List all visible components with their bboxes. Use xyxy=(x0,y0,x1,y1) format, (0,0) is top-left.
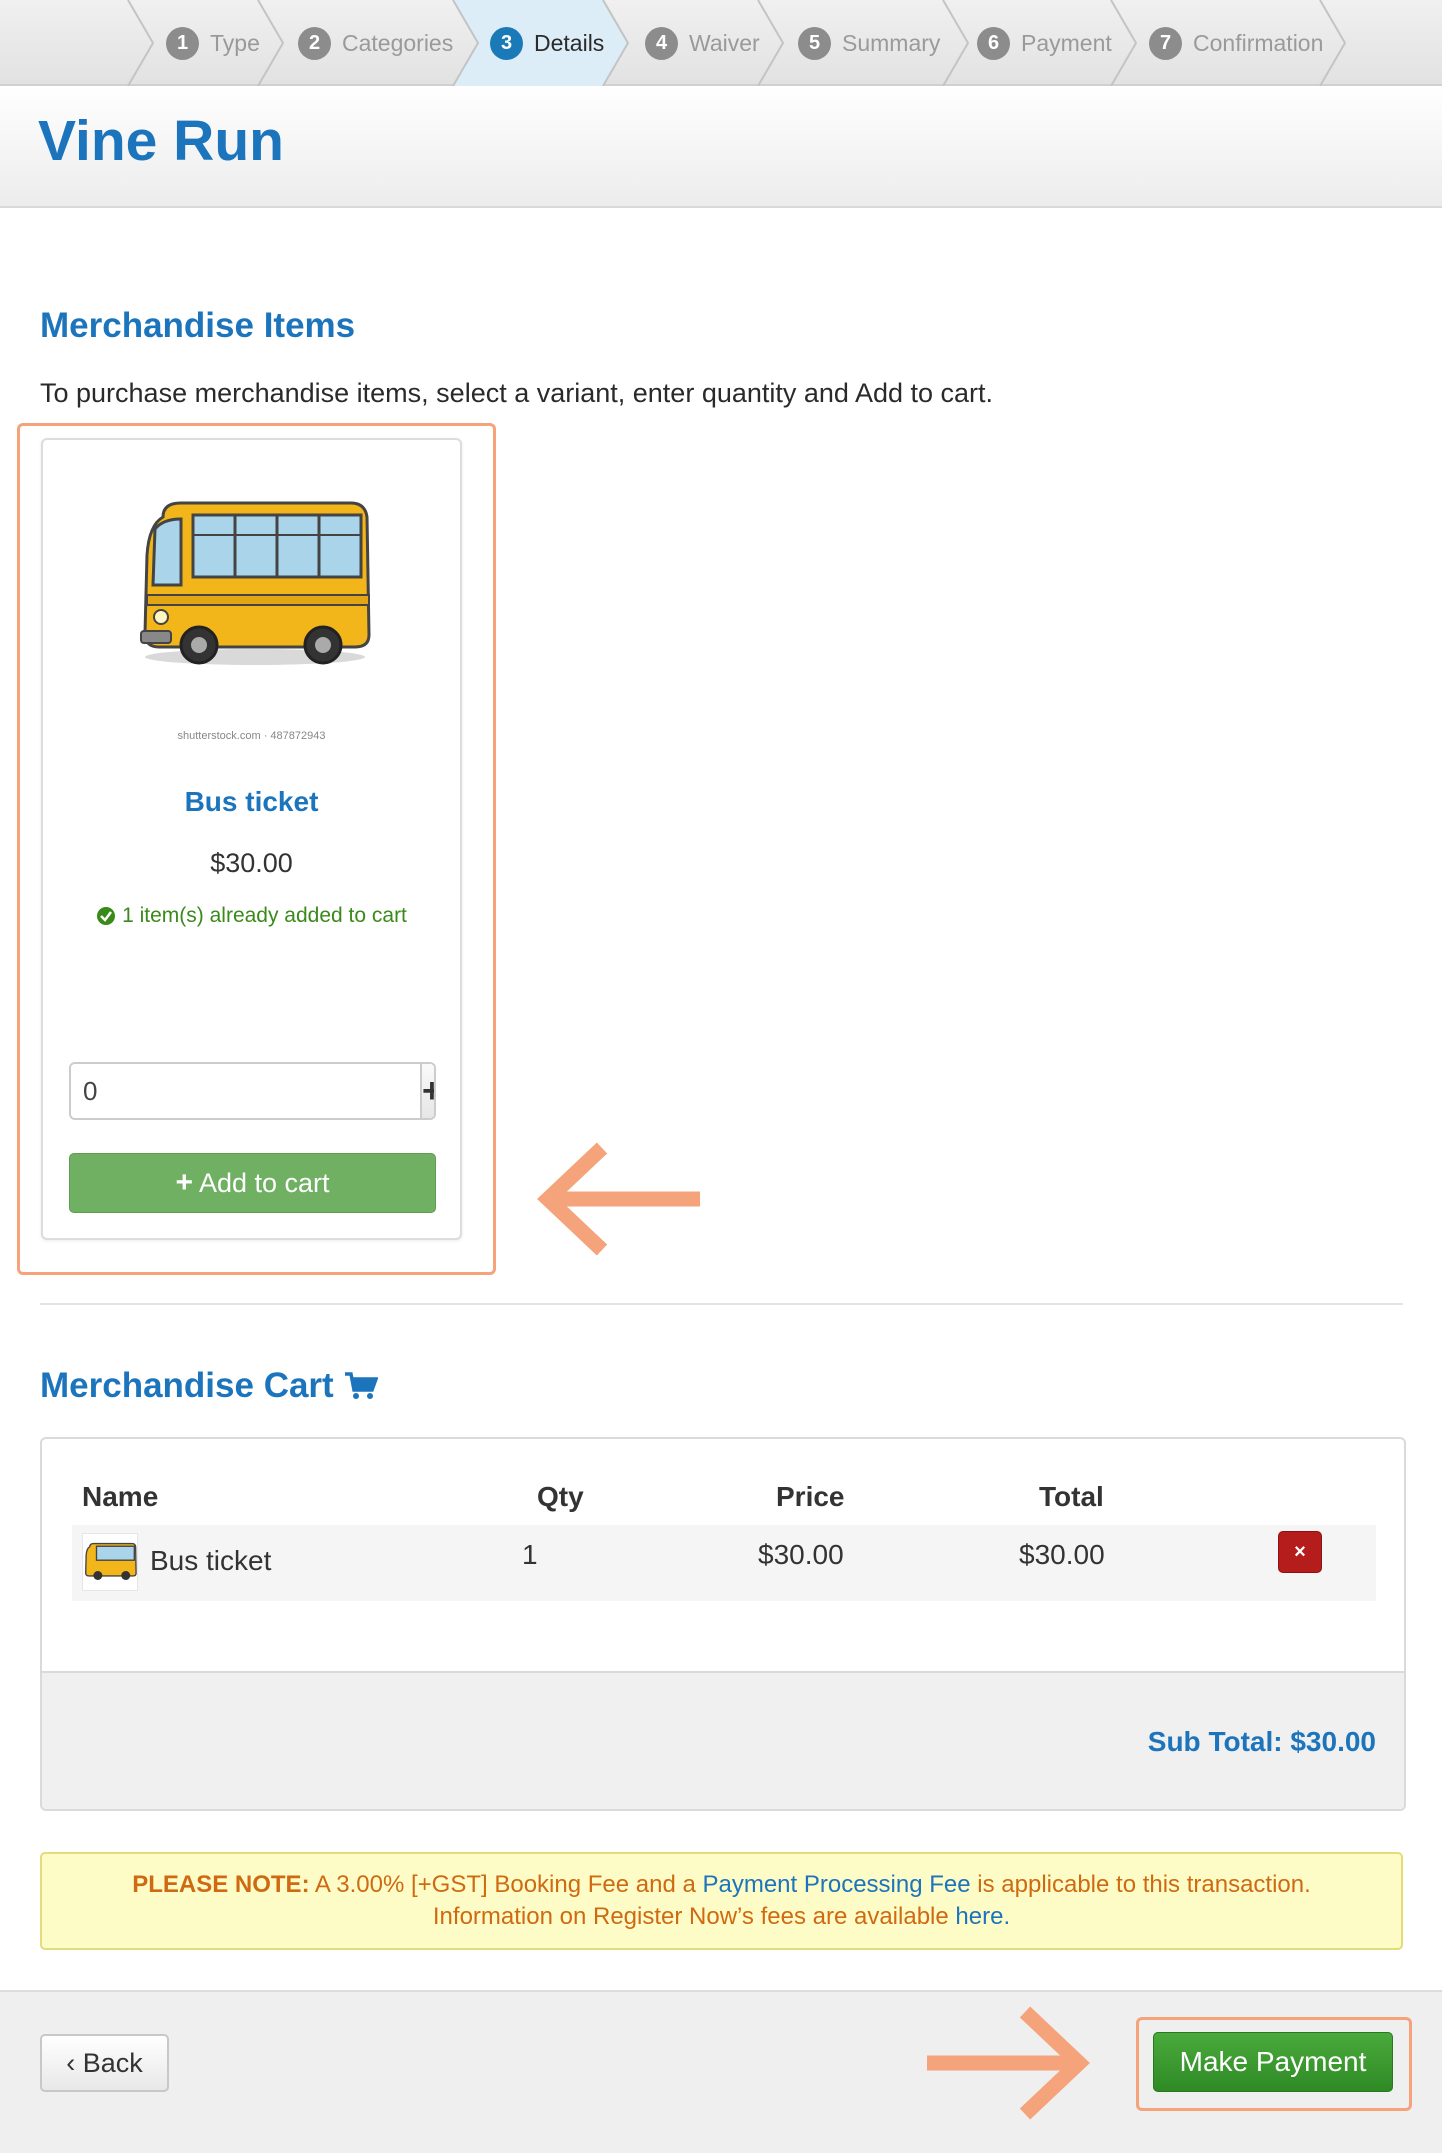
make-payment-button[interactable]: Make Payment xyxy=(1153,2032,1393,2092)
cart-heading-text: Merchandise Cart xyxy=(40,1366,334,1405)
add-to-cart-label: Add to cart xyxy=(198,1167,330,1198)
check-circle-icon xyxy=(97,907,116,925)
footer-actions: ‹ Back Make Payment xyxy=(0,1990,1442,2153)
plus-icon: + xyxy=(175,1166,193,1199)
payment-processing-fee-link[interactable]: Payment Processing Fee xyxy=(702,1871,970,1898)
bus-thumbnail-icon xyxy=(82,1533,138,1591)
cart-item-name: Bus ticket xyxy=(150,1545,272,1576)
cart-item-total: $30.00 xyxy=(1019,1539,1105,1570)
cart-table: Name Qty Price Total Bus ticket 1 $30.00… xyxy=(40,1437,1406,1811)
fee-notice: PLEASE NOTE: A 3.00% [+GST] Booking Fee … xyxy=(40,1852,1403,1950)
back-button[interactable]: ‹ Back xyxy=(40,2034,169,2092)
notice-text-1: A 3.00% [+GST] Booking Fee and a xyxy=(309,1871,703,1898)
step-label: Categories xyxy=(342,29,454,56)
product-name: Bus ticket xyxy=(184,786,319,817)
cart-footer: Sub Total: $30.00 xyxy=(42,1671,1404,1809)
arrow-left-icon xyxy=(537,1142,700,1256)
notice-label: PLEASE NOTE: xyxy=(132,1871,310,1898)
step-label: Summary xyxy=(842,29,941,56)
progress-steps: 1 Type 2 Categories 3 Details 4 Waiver 5… xyxy=(0,0,1442,86)
quantity-stepper: + − xyxy=(69,1062,436,1120)
step-type[interactable]: 1 Type xyxy=(166,0,260,86)
step-number: 5 xyxy=(798,26,831,60)
cart-icon xyxy=(344,1372,378,1399)
step-number: 3 xyxy=(490,26,523,60)
product-card: shutterstock.com · 487872943 Bus ticket … xyxy=(41,438,462,1240)
step-label: Confirmation xyxy=(1193,29,1324,56)
bus-image xyxy=(140,501,371,665)
step-number: 4 xyxy=(645,26,678,60)
step-number: 2 xyxy=(298,26,331,60)
cart-item-qty: 1 xyxy=(522,1539,538,1570)
column-header-price: Price xyxy=(776,1481,845,1512)
product-price: $30.00 xyxy=(210,848,293,878)
step-number: 7 xyxy=(1149,26,1182,60)
cart-subtotal: Sub Total: $30.00 xyxy=(1147,1726,1376,1757)
step-confirmation[interactable]: 7 Confirmation xyxy=(1149,0,1323,86)
notice-text-2: is applicable to this transaction. xyxy=(970,1871,1311,1898)
step-number: 1 xyxy=(166,26,199,60)
step-summary[interactable]: 5 Summary xyxy=(798,0,940,86)
in-cart-text: 1 item(s) already added to cart xyxy=(122,904,407,927)
merchandise-cart-heading: Merchandise Cart xyxy=(40,1366,378,1406)
column-header-total: Total xyxy=(1039,1481,1104,1512)
image-credit: shutterstock.com · 487872943 xyxy=(177,730,326,742)
notice-text-3: Information on Register Now’s fees are a… xyxy=(432,1903,956,1930)
bus-thumbnail-image xyxy=(85,1542,137,1580)
step-label: Details xyxy=(534,29,605,56)
step-label: Payment xyxy=(1021,29,1112,56)
event-title: Vine Run xyxy=(38,109,284,173)
increment-button[interactable]: + xyxy=(420,1064,434,1118)
quantity-input[interactable] xyxy=(71,1064,420,1118)
in-cart-status: 1 item(s) already added to cart xyxy=(43,904,460,928)
table-row: Bus ticket 1 $30.00 $30.00 xyxy=(72,1525,1376,1601)
step-categories[interactable]: 2 Categories xyxy=(298,0,453,86)
step-label: Type xyxy=(210,29,260,56)
notice-text-4: . xyxy=(1003,1903,1011,1930)
cart-item-price: $30.00 xyxy=(758,1539,844,1570)
merchandise-intro: To purchase merchandise items, select a … xyxy=(40,378,994,408)
arrow-right-icon xyxy=(927,2006,1090,2120)
step-label: Waiver xyxy=(689,29,760,56)
fees-info-link[interactable]: here xyxy=(955,1903,1003,1930)
step-number: 6 xyxy=(977,26,1010,60)
section-divider xyxy=(40,1303,1403,1305)
event-header: Vine Run xyxy=(0,86,1442,208)
column-header-name: Name xyxy=(82,1481,159,1512)
step-payment[interactable]: 6 Payment xyxy=(977,0,1112,86)
remove-item-button[interactable]: × xyxy=(1278,1531,1322,1573)
column-header-qty: Qty xyxy=(537,1481,584,1512)
step-details[interactable]: 3 Details xyxy=(490,0,604,86)
step-waiver[interactable]: 4 Waiver xyxy=(645,0,760,86)
merchandise-items-heading: Merchandise Items xyxy=(40,306,356,345)
add-to-cart-button[interactable]: + Add to cart xyxy=(69,1153,436,1213)
